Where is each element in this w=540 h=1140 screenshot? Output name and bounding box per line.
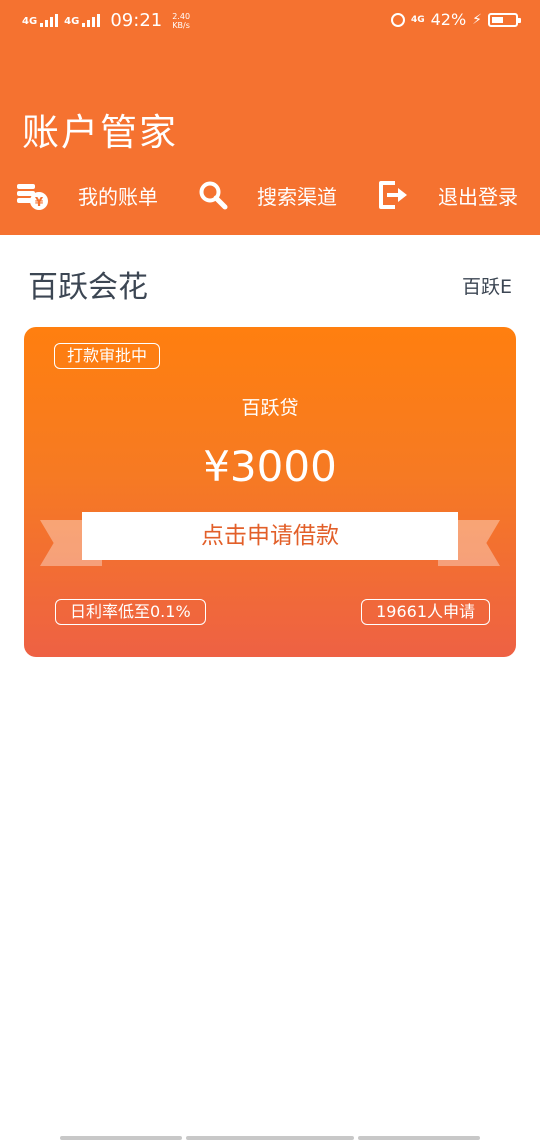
charging-icon: ⚡ (472, 11, 482, 28)
network-type: 4G (22, 16, 38, 27)
network-type-3: 4G (410, 14, 425, 25)
nav-search-channel[interactable]: 搜索渠道 (196, 170, 337, 220)
nav-label: 退出登录 (438, 184, 518, 209)
nav-label: 我的账单 (78, 184, 158, 209)
status-right: 4G 42% ⚡ (390, 10, 521, 29)
search-icon (196, 178, 230, 212)
status-time: 09:21 (110, 10, 163, 31)
battery-percent: 42% (430, 10, 467, 29)
status-badge: 打款审批中 (54, 343, 161, 369)
bill-icon: ¥ (16, 178, 50, 212)
header: 4G 4G 09:21 2.40 KB/s 4G 42% ⚡ 账户管家 ¥ 我的… (0, 0, 540, 235)
applicant-count-badge: 19661人申请 (361, 599, 490, 625)
svg-text:¥: ¥ (35, 195, 44, 209)
network-speed: 2.40 KB/s (172, 12, 190, 30)
battery-icon (488, 12, 521, 27)
signal-icon: 4G (22, 14, 59, 27)
status-bar: 4G 4G 09:21 2.40 KB/s 4G 42% ⚡ (0, 0, 540, 42)
product-name: 百跃贷 (241, 397, 299, 419)
logout-icon (376, 178, 410, 212)
status-left: 4G 4G 09:21 2.40 KB/s (22, 10, 190, 31)
loan-card[interactable]: 打款审批中 百跃贷 ¥3000 点击申请借款 日利率低至0.1% 19661人申… (24, 327, 516, 657)
speed-value: 2.40 (172, 11, 191, 21)
loan-amount: ¥3000 (203, 442, 337, 491)
page-title: 账户管家 (22, 111, 178, 154)
signal-icon-2: 4G (64, 14, 101, 27)
section-side-label[interactable]: 百跃E (462, 272, 512, 299)
speed-unit: KB/s (172, 20, 190, 30)
section-title: 百跃会花 (28, 270, 148, 305)
nav-logout[interactable]: 退出登录 (376, 170, 518, 220)
nav-label: 搜索渠道 (257, 184, 337, 209)
network-type-2: 4G (64, 16, 80, 27)
rate-badge: 日利率低至0.1% (55, 599, 206, 625)
top-nav: ¥ 我的账单 搜索渠道 退出登录 (0, 170, 540, 220)
apply-loan-button[interactable]: 点击申请借款 (82, 512, 458, 560)
bottom-indicator (0, 1134, 540, 1140)
alarm-icon (390, 12, 405, 27)
nav-my-bill[interactable]: ¥ 我的账单 (16, 170, 158, 220)
